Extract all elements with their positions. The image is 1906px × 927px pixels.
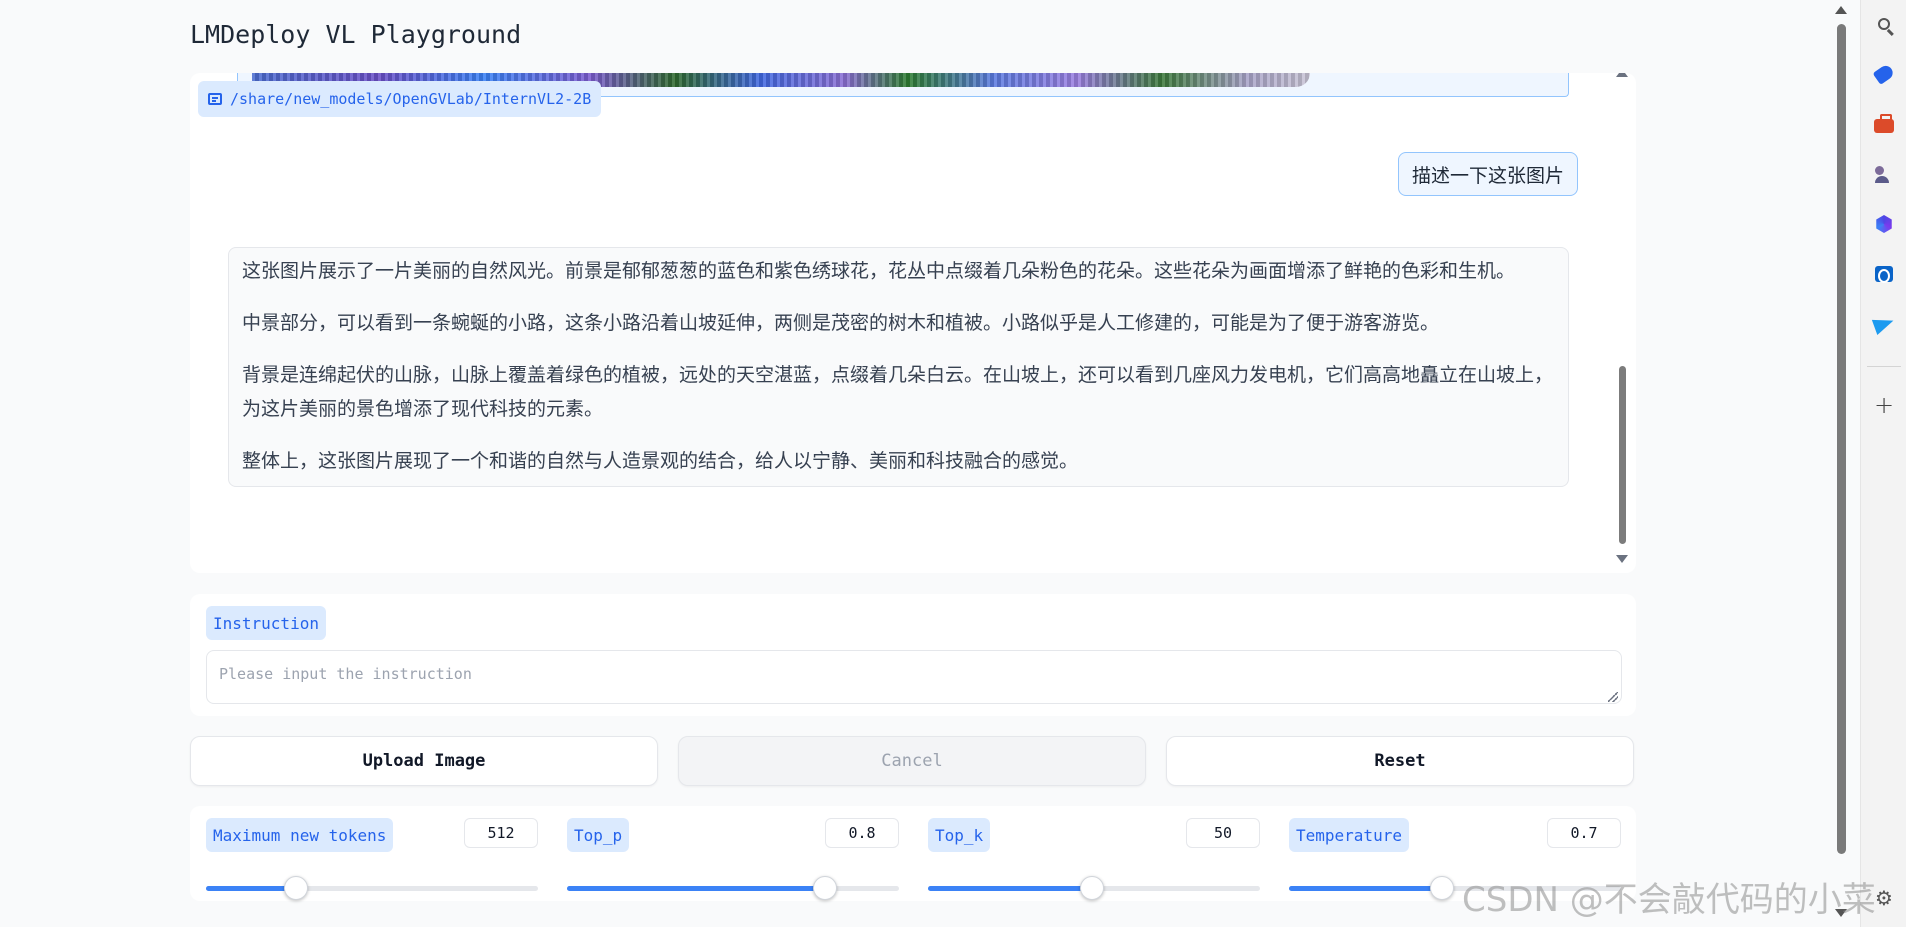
- max-new-tokens-input[interactable]: 512: [464, 818, 538, 848]
- people-icon[interactable]: [1874, 164, 1894, 184]
- user-message: 描述一下这张图片: [1397, 152, 1578, 196]
- bot-paragraph: 整体上，这张图片展现了一个和谐的自然与人造景观的结合，给人以宁静、美丽和科技融合…: [242, 450, 1079, 472]
- slider-fill: [567, 886, 825, 891]
- top-k-input[interactable]: 50: [1186, 818, 1260, 848]
- slider-track[interactable]: [928, 876, 1260, 900]
- cancel-button[interactable]: Cancel: [678, 736, 1146, 786]
- page-scrollbar[interactable]: [1834, 0, 1848, 927]
- slider-fill: [1289, 886, 1442, 891]
- chat-icon: [208, 93, 222, 105]
- model-path-label: /share/new_models/OpenGVLab/InternVL2-2B: [230, 90, 592, 108]
- copilot-icon[interactable]: [1874, 214, 1894, 234]
- watermark: CSDN @不会敲代码的小菜: [1462, 880, 1876, 920]
- temperature-input[interactable]: 0.7: [1547, 818, 1621, 848]
- slider-handle[interactable]: [812, 876, 837, 900]
- slider-label: Maximum new tokens: [206, 818, 394, 852]
- instruction-input[interactable]: [206, 650, 1622, 704]
- bot-paragraph: 中景部分，可以看到一条蜿蜒的小路，这条小路沿着山坡延伸，两侧是茂密的树木和植被。…: [242, 312, 1440, 334]
- instruction-panel: Instruction: [190, 594, 1636, 716]
- page: LMDeploy VL Playground /share/new_models…: [0, 0, 1906, 927]
- page-scroll-thumb[interactable]: [1837, 24, 1846, 854]
- settings-icon[interactable]: ⚙: [1874, 886, 1894, 910]
- page-scroll-up-icon[interactable]: [1835, 6, 1847, 14]
- slider-top-k: Top_k 50: [928, 818, 1260, 900]
- search-icon[interactable]: [1874, 14, 1894, 34]
- instruction-label: Instruction: [206, 606, 326, 640]
- slider-label: Top_p: [567, 818, 630, 852]
- model-label-chip: /share/new_models/OpenGVLab/InternVL2-2B: [198, 81, 602, 117]
- browser-sidebar: + ⚙: [1860, 0, 1906, 927]
- chat-scrollbar[interactable]: [1616, 73, 1628, 569]
- sidebar-divider: [1867, 366, 1901, 367]
- slider-fill: [206, 886, 296, 891]
- bot-message: 这张图片展示了一片美丽的自然风光。前景是郁郁葱葱的蓝色和紫色绣球花，花丛中点缀着…: [228, 247, 1569, 487]
- reset-button[interactable]: Reset: [1166, 736, 1634, 786]
- slider-track[interactable]: [567, 876, 899, 900]
- page-title: LMDeploy VL Playground: [190, 20, 522, 49]
- slider-handle[interactable]: [283, 876, 308, 900]
- slider-top-p: Top_p 0.8: [567, 818, 899, 900]
- upload-image-button[interactable]: Upload Image: [190, 736, 658, 786]
- slider-label: Top_k: [928, 818, 991, 852]
- top-p-input[interactable]: 0.8: [825, 818, 899, 848]
- chat-scroll-thumb[interactable]: [1619, 366, 1626, 544]
- resize-handle-icon[interactable]: [1608, 692, 1618, 702]
- scroll-up-arrow-icon[interactable]: [1616, 73, 1628, 77]
- send-icon[interactable]: [1871, 313, 1897, 335]
- scroll-down-arrow-icon[interactable]: [1616, 555, 1628, 563]
- slider-handle[interactable]: [1429, 876, 1454, 900]
- tag-icon[interactable]: [1872, 63, 1896, 85]
- bot-paragraph: 背景是连绵起伏的山脉，山脉上覆盖着绿色的植被，远处的天空湛蓝，点缀着几朵白云。在…: [242, 364, 1554, 420]
- chatbot-panel[interactable]: /share/new_models/OpenGVLab/InternVL2-2B…: [190, 73, 1636, 573]
- parameters-panel: Maximum new tokens 512 Top_p 0.8 Top_k 5…: [190, 806, 1636, 901]
- plus-icon[interactable]: +: [1874, 391, 1894, 419]
- slider-handle[interactable]: [1080, 876, 1105, 900]
- slider-label: Temperature: [1289, 818, 1409, 852]
- slider-track[interactable]: [206, 876, 538, 900]
- bot-paragraph: 这张图片展示了一片美丽的自然风光。前景是郁郁葱葱的蓝色和紫色绣球花，花丛中点缀着…: [242, 260, 1516, 282]
- slider-max-new-tokens: Maximum new tokens 512: [206, 818, 538, 900]
- outlook-icon[interactable]: [1874, 264, 1894, 284]
- briefcase-icon[interactable]: [1874, 114, 1894, 134]
- slider-fill: [928, 886, 1093, 891]
